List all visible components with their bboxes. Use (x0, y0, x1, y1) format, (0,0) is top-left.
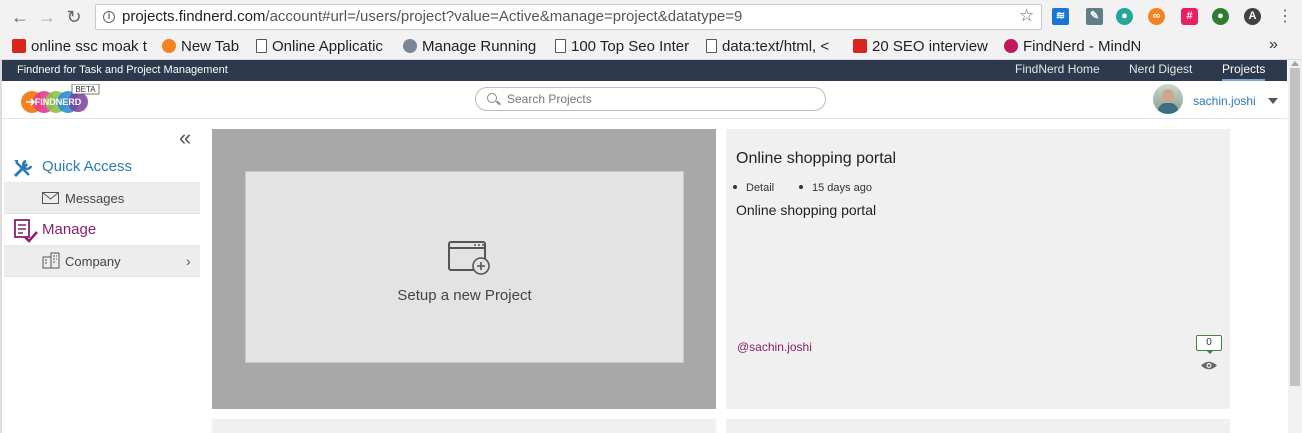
collapse-sidebar-icon[interactable]: « (179, 127, 191, 149)
nav-projects[interactable]: Projects (1222, 62, 1266, 81)
project-detail-link[interactable]: Detail (733, 182, 774, 194)
project-title[interactable]: Online shopping portal (736, 150, 896, 168)
project-card-next[interactable] (212, 419, 716, 433)
bookmark-star-icon[interactable]: ☆ (1019, 6, 1034, 26)
reload-icon[interactable]: ↻ (63, 6, 85, 28)
scrollbar-thumb[interactable] (1290, 68, 1300, 386)
browser-toolbar: ← → ↻ i projects.findnerd.com/account#url… (0, 0, 1302, 34)
avatar[interactable] (1153, 84, 1183, 114)
bookmark-favicon-icon (12, 39, 26, 53)
project-timestamp: 15 days ago (799, 182, 872, 194)
sidebar-item-label: Quick Access (42, 158, 133, 175)
bookmark-item[interactable]: Online Applicatic (256, 37, 392, 57)
chevron-right-icon[interactable]: › (186, 253, 191, 269)
sidebar-item-quick-access[interactable]: Quick Access (4, 151, 200, 183)
sidebar-item-manage[interactable]: Manage (4, 214, 200, 246)
extension-infinity-icon[interactable]: ∞ (1148, 8, 1165, 25)
site-header: BETA FINDNERD Search Projects sachin.jos… (2, 81, 1287, 119)
forward-arrow-icon[interactable]: → (36, 6, 58, 28)
search-projects-input[interactable]: Search Projects (475, 87, 826, 111)
logo-text: FINDNERD (35, 97, 82, 107)
bookmark-item[interactable]: 100 Top Seo Inter (555, 37, 691, 57)
sidebar-item-messages[interactable]: Messages (4, 183, 200, 214)
bookmark-item[interactable]: New Tab (162, 37, 244, 57)
extension-layers-icon[interactable]: ≋ (1052, 8, 1069, 25)
new-project-button[interactable]: Setup a new Project (245, 171, 684, 363)
address-bar[interactable]: i projects.findnerd.com/account#url=/user… (95, 4, 1042, 30)
info-icon[interactable]: i (103, 11, 115, 23)
bookmark-favicon-icon (162, 39, 176, 53)
url-host: projects.findnerd.com (122, 8, 266, 25)
sidebar-item-company[interactable]: Company › (4, 246, 200, 277)
tagline: Findnerd for Task and Project Management (17, 64, 228, 76)
sidebar-item-label: Messages (65, 191, 125, 206)
building-icon (42, 252, 60, 269)
nav-findnerd-home[interactable]: FindNerd Home (1015, 62, 1100, 76)
bookmark-item[interactable]: online ssc moak t (12, 37, 148, 57)
bookmark-item[interactable]: data:text/html, < (706, 37, 842, 57)
logo-badge: BETA (75, 85, 96, 94)
new-project-label: Setup a new Project (397, 287, 532, 304)
project-card[interactable]: Online shopping portal Detail 15 days ag… (726, 129, 1230, 409)
menu-icon[interactable]: ⋮ (1274, 6, 1296, 28)
page-icon (555, 39, 566, 53)
comment-count-badge[interactable]: 0 (1196, 335, 1222, 354)
bookmark-item[interactable]: Manage Running (403, 37, 539, 57)
sidebar-item-label: Company (65, 254, 121, 269)
new-window-icon (448, 241, 490, 275)
extension-user-icon[interactable]: ● (1116, 8, 1133, 25)
site-topbar: Findnerd for Task and Project Management… (2, 60, 1287, 81)
nav-nerd-digest[interactable]: Nerd Digest (1129, 62, 1192, 76)
bookmarks-bar: online ssc moak t New Tab Online Applica… (0, 34, 1302, 60)
findnerd-logo[interactable]: BETA FINDNERD (20, 84, 100, 116)
page-icon (256, 39, 267, 53)
back-arrow-icon[interactable]: ← (9, 6, 31, 28)
bookmark-item[interactable]: FindNerd - MindN (1004, 37, 1140, 57)
bookmark-favicon-icon (1004, 39, 1018, 53)
extension-eyedropper-icon[interactable]: ✎ (1086, 8, 1103, 25)
search-placeholder: Search Projects (507, 92, 592, 106)
eye-icon[interactable] (1200, 360, 1218, 371)
username-link[interactable]: sachin.joshi (1193, 94, 1256, 108)
bookmarks-more-icon[interactable]: » (1269, 36, 1278, 54)
extension-a-icon[interactable]: A (1244, 8, 1261, 25)
tools-icon (13, 159, 33, 178)
scroll-up-icon[interactable] (1291, 61, 1299, 66)
extension-leaf-icon[interactable]: ● (1212, 8, 1229, 25)
sidebar-item-label: Manage (42, 221, 97, 238)
bookmark-item[interactable]: 20 SEO interview (853, 37, 989, 57)
url-path: /account#url=/users/project?value=Active… (265, 8, 743, 25)
project-card-next[interactable] (726, 419, 1230, 433)
extension-hash-icon[interactable]: # (1181, 8, 1198, 25)
project-owner-link[interactable]: @sachin.joshi (737, 340, 812, 354)
search-icon (487, 93, 497, 103)
envelope-icon (42, 192, 59, 204)
page-scrollbar[interactable] (1288, 60, 1302, 433)
project-description: Online shopping portal (736, 202, 877, 218)
page-icon (706, 39, 717, 53)
bookmark-favicon-icon (853, 39, 867, 53)
bookmark-favicon-icon (403, 39, 417, 53)
manage-icon (14, 219, 38, 243)
sidebar: « Quick Access Messages Manage Company › (2, 120, 200, 433)
chevron-down-icon[interactable] (1268, 98, 1278, 104)
new-project-card[interactable]: Setup a new Project (212, 129, 716, 409)
